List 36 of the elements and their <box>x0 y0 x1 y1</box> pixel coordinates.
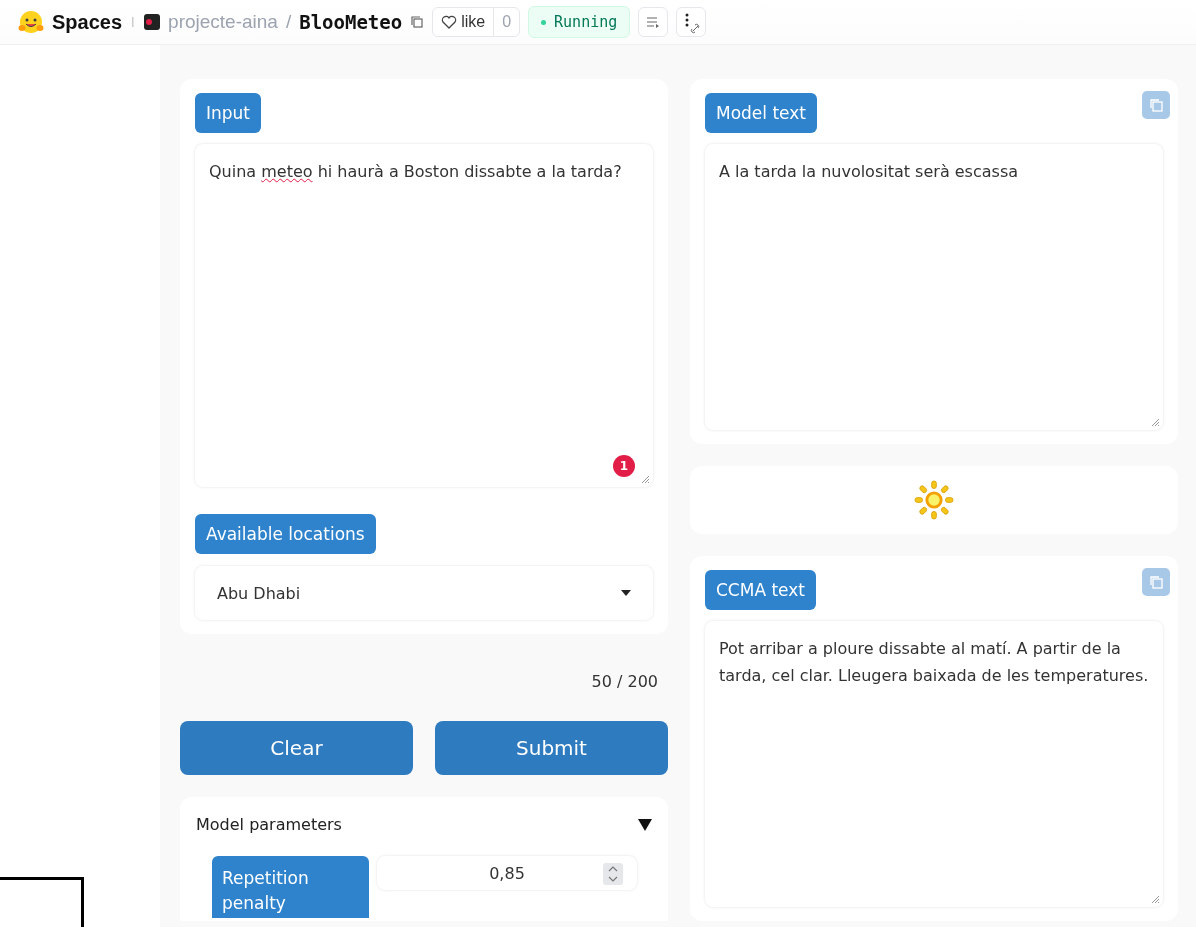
resize-handle-icon[interactable] <box>1150 894 1160 904</box>
model-text-label: Model text <box>705 93 817 133</box>
heart-icon <box>441 15 458 29</box>
action-button[interactable]: Clear <box>180 721 413 775</box>
list-icon <box>646 16 661 28</box>
expand-caret-icon[interactable] <box>638 817 652 832</box>
dropdown-caret-icon <box>621 590 631 596</box>
ccma-text-label: CCMA text <box>705 570 816 610</box>
copy-icon[interactable] <box>410 15 425 29</box>
resize-handle-icon[interactable] <box>640 474 650 484</box>
input-field[interactable]: Quina meteo hi haurà a Boston dissabte a la tarda? 1 <box>195 144 653 487</box>
hugging-face-logo <box>18 10 44 34</box>
accordion-title[interactable]: Model parameters <box>196 815 342 834</box>
brand-name[interactable]: Spaces <box>52 10 123 34</box>
divider-icon <box>130 15 137 29</box>
spinner-icon[interactable] <box>603 863 623 885</box>
logs-button[interactable] <box>638 7 669 37</box>
input-label: Input <box>195 93 262 133</box>
number-field[interactable]: 0,85 <box>377 856 637 890</box>
status-badge: Running <box>528 6 631 38</box>
path-separator: / <box>285 11 292 33</box>
action-button[interactable]: Submit <box>435 721 668 775</box>
copy-icon[interactable] <box>1142 568 1170 596</box>
like-button[interactable]: like 0 <box>432 7 521 37</box>
org-avatar-icon <box>144 14 161 30</box>
location-dropdown[interactable]: Abu Dhabi <box>195 566 653 620</box>
notification-badge: 1 <box>613 455 635 477</box>
copy-icon[interactable] <box>1142 91 1170 119</box>
locations-label: Available locations <box>195 514 376 554</box>
parameter-label: Repetition penalty <box>212 856 369 918</box>
resize-handle-icon[interactable] <box>1150 417 1160 427</box>
ccma-output-field[interactable]: Pot arribar a ploure dissabte al matí. A partir de la tarda, cel clar. Lleugera baixada de les temperatures. <box>705 621 1163 907</box>
space-name[interactable]: BlooMeteo <box>299 11 403 33</box>
model-output-field[interactable]: A la tarda la nuvolositat serà escassa <box>705 144 1163 430</box>
character-counter: 50 / 200 <box>591 672 658 691</box>
more-button[interactable] <box>676 7 707 37</box>
